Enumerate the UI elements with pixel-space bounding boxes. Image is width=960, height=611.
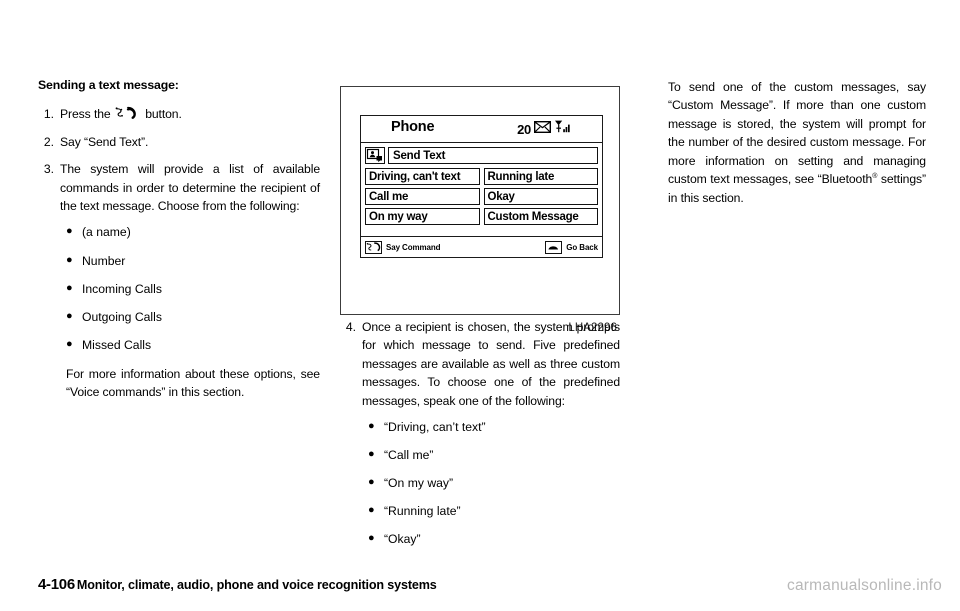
list-item-label: “Call me” (384, 448, 434, 463)
say-command-label: Say Command (386, 242, 441, 252)
list-item-label: “Driving, can’t text” (384, 420, 486, 435)
right-paragraph: To send one of the custom messages, say … (668, 78, 926, 207)
step-1-text-before: Press the (60, 107, 111, 122)
step-4-number: 4. (345, 320, 356, 334)
step-3-text: The system will provide a list of availa… (60, 162, 320, 214)
step-3-number: 3. (43, 162, 54, 177)
step-2-number: 2. (43, 134, 54, 149)
list-item-label: Outgoing Calls (82, 309, 162, 324)
list-item-label: Number (82, 253, 126, 268)
list-item-label: Missed Calls (82, 337, 152, 352)
footer-chapter-title: Monitor, climate, audio, phone and voice… (76, 578, 437, 592)
step-3: 3. The system will provide a list of ava… (38, 160, 320, 215)
page-footer: 4-106 Monitor, climate, audio, phone and… (38, 576, 437, 593)
manual-page: Sending a text message: 1. Press the but… (0, 0, 960, 611)
bullet-icon: ● (368, 476, 375, 489)
go-back-label: Go Back (566, 242, 598, 252)
screen-footer: Say Command Go Back (361, 236, 602, 257)
step-2: 2. Say “Send Text”. (38, 133, 320, 151)
message-button-driving[interactable]: Driving, can't text (365, 168, 480, 185)
recipient-options-list: ● (a name) ● Number ● Incoming Calls ● Outgo… (66, 224, 320, 353)
message-button-custom-message[interactable]: Custom Message (483, 208, 598, 225)
device-screen: Phone 20 Send Text Driving, can't text R… (360, 115, 603, 258)
illustration-frame: Phone 20 Send Text Driving, can't text R… (340, 86, 620, 334)
section-heading: Sending a text message: (38, 78, 179, 92)
list-item: ● “Driving, can’t text” (368, 419, 620, 436)
screen-status-area: 20 (517, 120, 572, 138)
message-button-on-my-way[interactable]: On my way (365, 208, 480, 225)
bullet-icon: ● (368, 420, 375, 433)
list-item: ● (a name) (66, 224, 320, 241)
bullet-icon: ● (368, 532, 375, 545)
middle-column: 4. Once a recipient is chosen, the syste… (340, 318, 620, 560)
left-column: Sending a text message: 1. Press the but… (38, 78, 320, 402)
go-back-icon (545, 240, 563, 254)
message-button-running-late[interactable]: Running late (483, 168, 598, 185)
list-item: ● Outgoing Calls (66, 309, 320, 326)
bullet-icon: ● (368, 448, 375, 461)
step-1-text-after: button. (145, 107, 182, 122)
step-4: 4. Once a recipient is chosen, the syste… (340, 318, 620, 410)
list-item-label: “On my way” (384, 476, 454, 491)
say-command-icon (365, 240, 382, 254)
say-command-control[interactable]: Say Command (365, 240, 441, 254)
step-1: 1. Press the button. (38, 105, 320, 123)
list-item-label: “Okay” (384, 532, 421, 547)
step-1-number: 1. (43, 107, 54, 122)
bullet-icon: ● (66, 225, 73, 238)
list-item-label: (a name) (82, 225, 131, 240)
step-1-text: Press the button. (60, 105, 320, 123)
list-item: ● “On my way” (368, 475, 620, 492)
send-text-row[interactable]: Send Text (365, 147, 598, 164)
signal-bars-icon (554, 120, 572, 138)
list-item: ● Missed Calls (66, 337, 320, 354)
talk-button-icon (115, 106, 141, 120)
list-item: ● “Okay” (368, 531, 620, 548)
screen-header: Phone 20 (361, 116, 602, 143)
list-item-label: “Running late” (384, 504, 461, 519)
screen-title: Phone (391, 119, 435, 135)
go-back-control[interactable]: Go Back (545, 240, 598, 254)
message-count: 20 (517, 121, 531, 137)
send-text-icon (365, 147, 385, 164)
message-buttons-grid: Driving, can't text Running late Call me… (365, 168, 598, 225)
page-number: 4-106 (38, 576, 75, 593)
list-item: ● “Call me” (368, 447, 620, 464)
step-2-text: Say “Send Text”. (60, 134, 149, 149)
predefined-messages-list: ● “Driving, can’t text” ● “Call me” ● “On m… (368, 419, 620, 548)
bullet-icon: ● (66, 337, 73, 350)
message-button-call-me[interactable]: Call me (365, 188, 480, 205)
bullet-icon: ● (66, 253, 73, 266)
bullet-icon: ● (66, 281, 73, 294)
bullet-icon: ● (368, 504, 375, 517)
step-4-text: Once a recipient is chosen, the system p… (362, 320, 620, 408)
list-item: ● “Running late” (368, 503, 620, 520)
right-column: To send one of the custom messages, say … (668, 78, 926, 207)
send-text-field[interactable]: Send Text (388, 147, 598, 164)
left-closing-paragraph: For more information about these options… (66, 366, 320, 400)
list-item-label: Incoming Calls (82, 281, 162, 296)
list-item: ● Incoming Calls (66, 281, 320, 298)
right-paragraph-part1: To send one of the custom messages, say … (668, 80, 926, 187)
bullet-icon: ● (66, 309, 73, 322)
list-item: ● Number (66, 253, 320, 270)
watermark: carmanualsonline.info (787, 577, 942, 594)
screen-body: Send Text Driving, can't text Running la… (361, 143, 602, 225)
envelope-icon (533, 120, 552, 138)
message-button-okay[interactable]: Okay (483, 188, 598, 205)
